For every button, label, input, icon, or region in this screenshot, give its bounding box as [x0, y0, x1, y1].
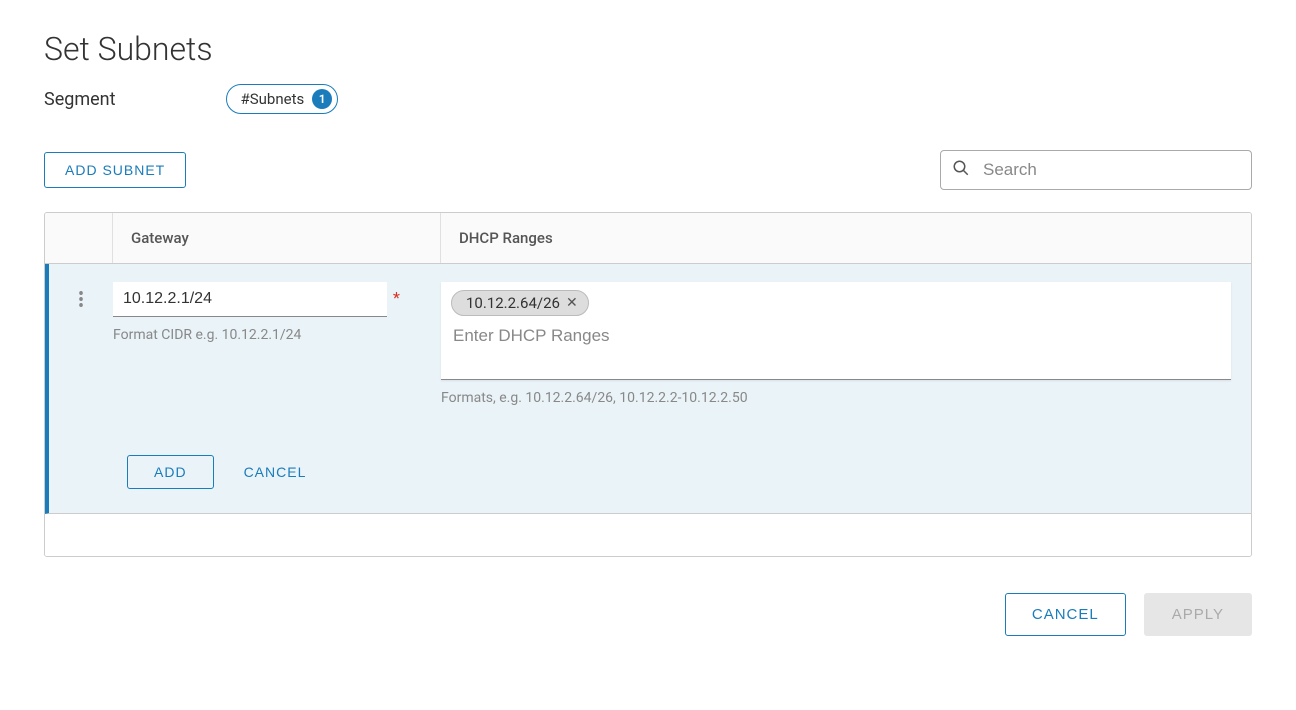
gateway-hint: Format CIDR e.g. 10.12.2.1/24	[113, 327, 421, 343]
add-subnet-button[interactable]: ADD SUBNET	[44, 152, 186, 188]
subnets-pill[interactable]: #Subnets 1	[226, 84, 339, 114]
dhcp-hint: Formats, e.g. 10.12.2.64/26, 10.12.2.2-1…	[441, 390, 1231, 406]
toolbar: ADD SUBNET	[44, 150, 1252, 190]
segment-label: Segment	[44, 89, 116, 110]
dhcp-ranges-input[interactable]	[451, 322, 1221, 350]
row-actions-cell: •••	[49, 282, 113, 489]
dhcp-ranges-box[interactable]: 10.12.2.64/26 ✕	[441, 282, 1231, 380]
row-add-button[interactable]: ADD	[127, 455, 214, 489]
dhcp-tag-label: 10.12.2.64/26	[466, 294, 560, 312]
required-asterisk: *	[393, 288, 400, 307]
dialog-title: Set Subnets	[44, 30, 1252, 68]
set-subnets-dialog: Set Subnets Segment #Subnets 1 ADD SUBNE…	[0, 0, 1296, 666]
cancel-button[interactable]: CANCEL	[1005, 593, 1126, 636]
dhcp-tag: 10.12.2.64/26 ✕	[451, 290, 589, 316]
subnets-count-badge: 1	[312, 89, 332, 109]
close-icon[interactable]: ✕	[566, 295, 578, 311]
search-input[interactable]	[940, 150, 1252, 190]
subnets-table: Gateway DHCP Ranges ••• * Format CIDR e.…	[44, 212, 1252, 557]
apply-button[interactable]: APPLY	[1144, 593, 1252, 636]
row-cancel-button[interactable]: CANCEL	[244, 464, 307, 480]
search-wrap	[940, 150, 1252, 190]
gateway-input[interactable]	[113, 282, 387, 317]
header-gateway: Gateway	[113, 213, 441, 263]
dhcp-cell: 10.12.2.64/26 ✕ Formats, e.g. 10.12.2.64…	[441, 282, 1251, 489]
table-row: ••• * Format CIDR e.g. 10.12.2.1/24 10.1…	[45, 264, 1251, 514]
segment-row: Segment #Subnets 1	[44, 84, 1252, 114]
table-empty-space	[45, 514, 1251, 556]
header-dhcp: DHCP Ranges	[441, 213, 1251, 263]
search-icon	[952, 159, 970, 181]
dialog-footer: CANCEL APPLY	[44, 593, 1252, 636]
kebab-icon[interactable]: •••	[78, 292, 84, 489]
table-header: Gateway DHCP Ranges	[45, 213, 1251, 264]
header-actions	[45, 213, 113, 263]
subnets-pill-label: #Subnets	[241, 90, 305, 108]
row-action-buttons: ADD CANCEL	[127, 455, 306, 489]
